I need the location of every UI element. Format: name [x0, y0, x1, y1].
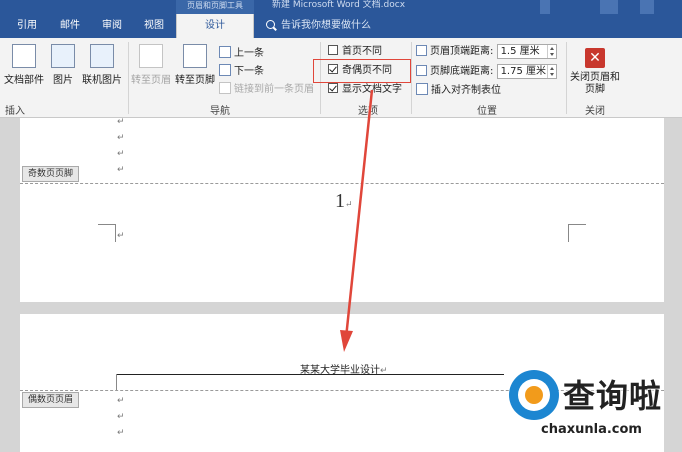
- group-label-position: 位置: [477, 106, 497, 117]
- margin-corner-mark: [98, 224, 116, 242]
- paragraph-mark: ↵: [117, 428, 125, 438]
- document-parts-label: 文档部件: [4, 75, 44, 86]
- tab-view[interactable]: 视图: [134, 14, 174, 38]
- insert-alignment-tab-button[interactable]: 插入对齐制表位: [416, 83, 501, 99]
- search-icon: [266, 20, 275, 29]
- paragraph-mark: ↵: [117, 149, 125, 159]
- insert-alignment-tab-label: 插入对齐制表位: [431, 85, 501, 96]
- watermark-brand: 查询啦: [563, 377, 663, 415]
- checkbox-unchecked: [328, 45, 338, 55]
- footer-bottom-distance: 页脚底端距离: 1.75 厘米: [416, 63, 557, 81]
- window-deco: [600, 0, 618, 14]
- watermark-logo-icon: [509, 370, 559, 420]
- tab-references[interactable]: 引用: [6, 14, 48, 38]
- tab-review[interactable]: 审阅: [92, 14, 132, 38]
- goto-header-icon: [139, 44, 163, 68]
- goto-footer-button[interactable]: 转至页脚: [174, 44, 216, 86]
- title-bar: 页眉和页脚工具 新建 Microsoft Word 文档.docx 引用 邮件 …: [0, 0, 682, 38]
- highlight-box: [313, 59, 411, 83]
- header-top-spinner[interactable]: 1.5 厘米: [496, 43, 557, 59]
- paragraph-mark: ↵: [117, 133, 125, 143]
- close-header-footer-button[interactable]: ✕ 关闭页眉和页脚: [568, 48, 622, 96]
- document-title: 新建 Microsoft Word 文档.docx: [272, 0, 406, 10]
- checkbox-checked: [328, 83, 338, 93]
- goto-footer-icon: [183, 44, 207, 68]
- footer-bottom-spinner[interactable]: 1.75 厘米: [496, 63, 557, 79]
- footer-bottom-value: 1.75 厘米: [500, 65, 547, 77]
- paragraph-mark: ↵: [117, 412, 125, 422]
- paragraph-mark: ↵: [117, 165, 125, 175]
- show-document-text-label: 显示文档文字: [342, 84, 402, 95]
- tab-mailings[interactable]: 邮件: [50, 14, 90, 38]
- tab-design[interactable]: 设计: [176, 14, 254, 38]
- window-deco: [640, 0, 654, 14]
- link-icon: [219, 82, 231, 94]
- margin-corner-mark: [568, 224, 586, 242]
- footer-position-icon: [416, 65, 427, 76]
- header-top-label: 页眉顶端距离:: [430, 46, 494, 57]
- group-label-navigation: 导航: [210, 106, 230, 117]
- next-label: 下一条: [234, 66, 264, 77]
- window-deco: [540, 0, 550, 14]
- group-divider: [566, 42, 567, 114]
- even-header-tag: 偶数页页眉: [22, 392, 80, 408]
- picture-button[interactable]: 图片: [48, 44, 78, 86]
- online-picture-icon: [90, 44, 114, 68]
- different-first-page-label: 首页不同: [342, 46, 382, 57]
- footer-boundary: [20, 183, 664, 184]
- group-divider: [128, 42, 129, 114]
- page-number[interactable]: 1↵: [335, 190, 353, 213]
- alignment-tab-icon: [416, 83, 428, 95]
- footer-bottom-label: 页脚底端距离:: [430, 66, 494, 77]
- paragraph-mark: ↵: [117, 117, 125, 127]
- link-to-previous-button[interactable]: 链接到前一条页眉: [219, 82, 314, 98]
- online-picture-label: 联机图片: [82, 75, 122, 86]
- paragraph-mark: ↵: [345, 199, 353, 209]
- document-parts-icon: [12, 44, 36, 68]
- previous-label: 上一条: [234, 48, 264, 59]
- group-label-close: 关闭: [585, 106, 605, 117]
- header-top-value: 1.5 厘米: [500, 45, 540, 57]
- different-first-page-checkbox[interactable]: 首页不同: [328, 44, 382, 60]
- spinner-arrows-icon[interactable]: [546, 44, 556, 58]
- group-label-options: 选项: [358, 106, 378, 117]
- watermark: 查询啦 chaxunla.com: [505, 370, 682, 452]
- close-header-footer-label: 关闭页眉和页脚: [570, 72, 620, 95]
- header-underline: [116, 374, 504, 375]
- previous-button[interactable]: 上一条: [219, 46, 264, 62]
- picture-icon: [51, 44, 75, 68]
- header-top-distance: 页眉顶端距离: 1.5 厘米: [416, 43, 557, 61]
- header-position-icon: [416, 45, 427, 56]
- tell-me-search[interactable]: 告诉我你想要做什么: [266, 14, 371, 38]
- next-button[interactable]: 下一条: [219, 64, 264, 80]
- spinner-arrows-icon[interactable]: [546, 64, 556, 78]
- group-divider: [411, 42, 412, 114]
- paragraph-mark: ↵: [117, 231, 125, 241]
- picture-label: 图片: [53, 75, 73, 86]
- next-icon: [219, 64, 231, 76]
- link-to-previous-label: 链接到前一条页眉: [234, 84, 314, 95]
- context-tab-group: 页眉和页脚工具: [176, 0, 254, 14]
- group-label-insert: 插入: [5, 106, 25, 117]
- close-icon: ✕: [585, 48, 605, 68]
- previous-icon: [219, 46, 231, 58]
- paragraph-mark: ↵: [117, 396, 125, 406]
- goto-header-label: 转至页眉: [131, 75, 171, 86]
- goto-header-button[interactable]: 转至页眉: [131, 44, 171, 86]
- margin-corner-mark: [98, 374, 117, 390]
- odd-footer-tag: 奇数页页脚: [22, 166, 80, 182]
- goto-footer-label: 转至页脚: [175, 75, 215, 86]
- show-document-text-checkbox[interactable]: 显示文档文字: [328, 82, 402, 98]
- page-number-text: 1: [335, 190, 345, 212]
- watermark-domain: chaxunla.com: [541, 422, 642, 437]
- document-parts-button[interactable]: 文档部件: [4, 44, 44, 86]
- online-picture-button[interactable]: 联机图片: [80, 44, 124, 86]
- tell-me-text: 告诉我你想要做什么: [281, 20, 371, 31]
